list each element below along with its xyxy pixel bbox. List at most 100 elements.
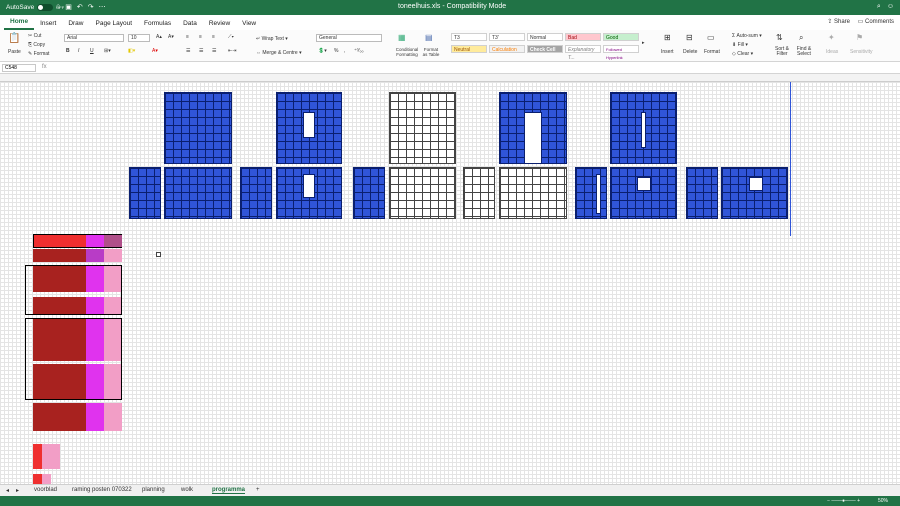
style-bad[interactable]: Bad (565, 33, 601, 41)
grow-font-icon[interactable]: A▴ (156, 34, 162, 40)
conditional-formatting-icon[interactable]: ▦ (398, 33, 406, 42)
ideas-button[interactable]: Ideas (826, 49, 838, 55)
borders-icon[interactable]: ⊞▾ (104, 48, 111, 54)
percent-icon[interactable]: % (334, 48, 338, 54)
sheet-tab-programma[interactable]: programma (212, 487, 246, 494)
facade-blue-panel (129, 167, 161, 219)
format-as-table-icon[interactable]: ▤ (425, 33, 433, 42)
tab-page-layout[interactable]: Page Layout (90, 20, 139, 30)
sort-filter-icon[interactable]: ⇅ (776, 33, 783, 42)
conditional-formatting-button[interactable]: Conditional Formatting (394, 47, 420, 57)
wrap-text-button[interactable]: ↵ Wrap Text ▾ (256, 36, 288, 42)
align-right-icon[interactable]: ☰ (212, 48, 216, 54)
search-icon[interactable]: ⌕ (877, 3, 881, 11)
share-button[interactable]: ⇪ Share (827, 18, 850, 25)
comments-label: Comments (864, 19, 894, 25)
align-bottom-icon[interactable]: ≡ (212, 34, 215, 40)
fx-icon[interactable]: fx (42, 64, 47, 70)
autosum-button[interactable]: Σ Auto-sum ▾ (732, 33, 762, 39)
tab-insert[interactable]: Insert (34, 20, 62, 30)
font-size-select[interactable]: 10 (128, 34, 150, 42)
number-format-select[interactable]: General (316, 34, 382, 42)
style-calculation[interactable]: Calculation (489, 45, 525, 53)
styles-more-icon[interactable]: ▸ (642, 40, 645, 46)
align-centre-icon[interactable]: ☰ (199, 48, 203, 54)
sensitivity-button[interactable]: Sensitivity (850, 49, 873, 55)
style-t3[interactable]: T3 (451, 33, 487, 41)
redo-icon[interactable]: ↷ (88, 3, 94, 11)
home-icon[interactable]: ⌂ (56, 3, 60, 11)
clear-button[interactable]: ◇ Clear ▾ (732, 51, 753, 57)
fill-colour-icon[interactable]: ◧▾ (128, 48, 135, 54)
tab-review[interactable]: Review (203, 20, 236, 30)
cut-button[interactable]: ✂ Cut (28, 33, 41, 39)
align-middle-icon[interactable]: ≡ (199, 34, 202, 40)
currency-icon[interactable]: 💲▾ (318, 48, 327, 54)
italic-button[interactable]: I (78, 48, 79, 54)
insert-cells-button[interactable]: Insert (661, 49, 674, 55)
orientation-icon[interactable]: ⟋▾ (228, 34, 234, 40)
sheet-grid[interactable] (0, 82, 900, 484)
style-t3-prime[interactable]: T3' (489, 33, 525, 41)
tab-formulas[interactable]: Formulas (138, 20, 177, 30)
style-good[interactable]: Good (603, 33, 639, 41)
copy-button[interactable]: ⎘ Copy (28, 42, 45, 48)
paste-button[interactable]: Paste (8, 49, 21, 55)
align-top-icon[interactable]: ≡ (186, 34, 189, 40)
style-followed-hyperlink[interactable]: Followed Hyperlink (603, 45, 639, 60)
prev-sheet-icon[interactable]: ◂ (6, 487, 9, 494)
sheet-tab-planning[interactable]: planning (142, 487, 165, 493)
undo-icon[interactable]: ↶ (77, 3, 83, 11)
title-bar: AutoSave OFF ⌂ ▣ ↶ ↷ ⋯ toneelhuis.xls - … (0, 0, 900, 15)
style-neutral[interactable]: Neutral (451, 45, 487, 53)
underline-button[interactable]: U (90, 48, 94, 54)
sheet-tab-voorblad[interactable]: voorblad (34, 487, 57, 493)
decimal-icon[interactable]: ⁺⁰⁄₀₀ (354, 48, 364, 54)
paste-icon[interactable]: 📋 (8, 33, 20, 44)
sheet-tab-raming[interactable]: raming posten 070322 (72, 487, 132, 493)
next-sheet-icon[interactable]: ▸ (16, 487, 19, 494)
sort-filter-button[interactable]: Sort & Filter (773, 47, 791, 57)
format-painter-label: Format (33, 51, 50, 57)
format-cells-icon[interactable]: ▭ (707, 33, 715, 42)
save-icon[interactable]: ▣ (65, 3, 72, 11)
insert-cells-icon[interactable]: ⊞ (664, 33, 671, 42)
smiley-icon[interactable]: ☺ (887, 3, 894, 11)
delete-cells-button[interactable]: Delete (683, 49, 697, 55)
format-cells-button[interactable]: Format (704, 49, 720, 55)
style-check-cell[interactable]: Check Cell (527, 45, 563, 53)
align-left-icon[interactable]: ☰ (186, 48, 190, 54)
tab-home[interactable]: Home (4, 18, 35, 30)
style-normal[interactable]: Normal (527, 33, 563, 41)
tab-draw[interactable]: Draw (62, 20, 89, 30)
format-as-table-button[interactable]: Format as Table (421, 47, 441, 57)
find-select-icon[interactable]: ⌕ (799, 33, 803, 43)
selected-cell[interactable] (156, 252, 161, 257)
indent-icon[interactable]: ⇤⇥ (228, 48, 236, 54)
merge-centre-button[interactable]: ⇔ Merge & Centre ▾ (256, 50, 302, 56)
add-sheet-icon[interactable]: + (256, 487, 260, 493)
ideas-icon[interactable]: ✦ (828, 33, 835, 42)
comments-button[interactable]: ▭ Comments (858, 18, 894, 25)
font-name-select[interactable]: Arial (64, 34, 124, 42)
delete-cells-icon[interactable]: ⊟ (686, 33, 693, 42)
more-icon[interactable]: ⋯ (99, 3, 106, 11)
sheet-tab-wolk[interactable]: wolk (181, 487, 193, 493)
zoom-slider[interactable]: − ───●─── + (827, 498, 860, 504)
tab-data[interactable]: Data (177, 20, 203, 30)
autosave-switch[interactable] (37, 4, 54, 11)
bold-button[interactable]: B (66, 48, 70, 54)
font-colour-icon[interactable]: A▾ (152, 48, 158, 54)
zoom-level[interactable]: 50% (878, 498, 888, 504)
name-box[interactable]: C548 (2, 64, 36, 72)
comma-icon[interactable]: , (344, 48, 345, 54)
column-headers[interactable] (0, 74, 900, 82)
format-painter-button[interactable]: ✎ Format (28, 51, 49, 57)
tab-view[interactable]: View (236, 20, 262, 30)
find-select-button[interactable]: Find & Select (795, 47, 813, 57)
sensitivity-icon[interactable]: ⚑ (856, 33, 863, 42)
shrink-font-icon[interactable]: A▾ (168, 34, 174, 40)
style-explanatory[interactable]: Explanatory T... (565, 45, 601, 61)
fill-button[interactable]: ⬇ Fill ▾ (732, 42, 748, 48)
cut-label: Cut (33, 33, 42, 39)
